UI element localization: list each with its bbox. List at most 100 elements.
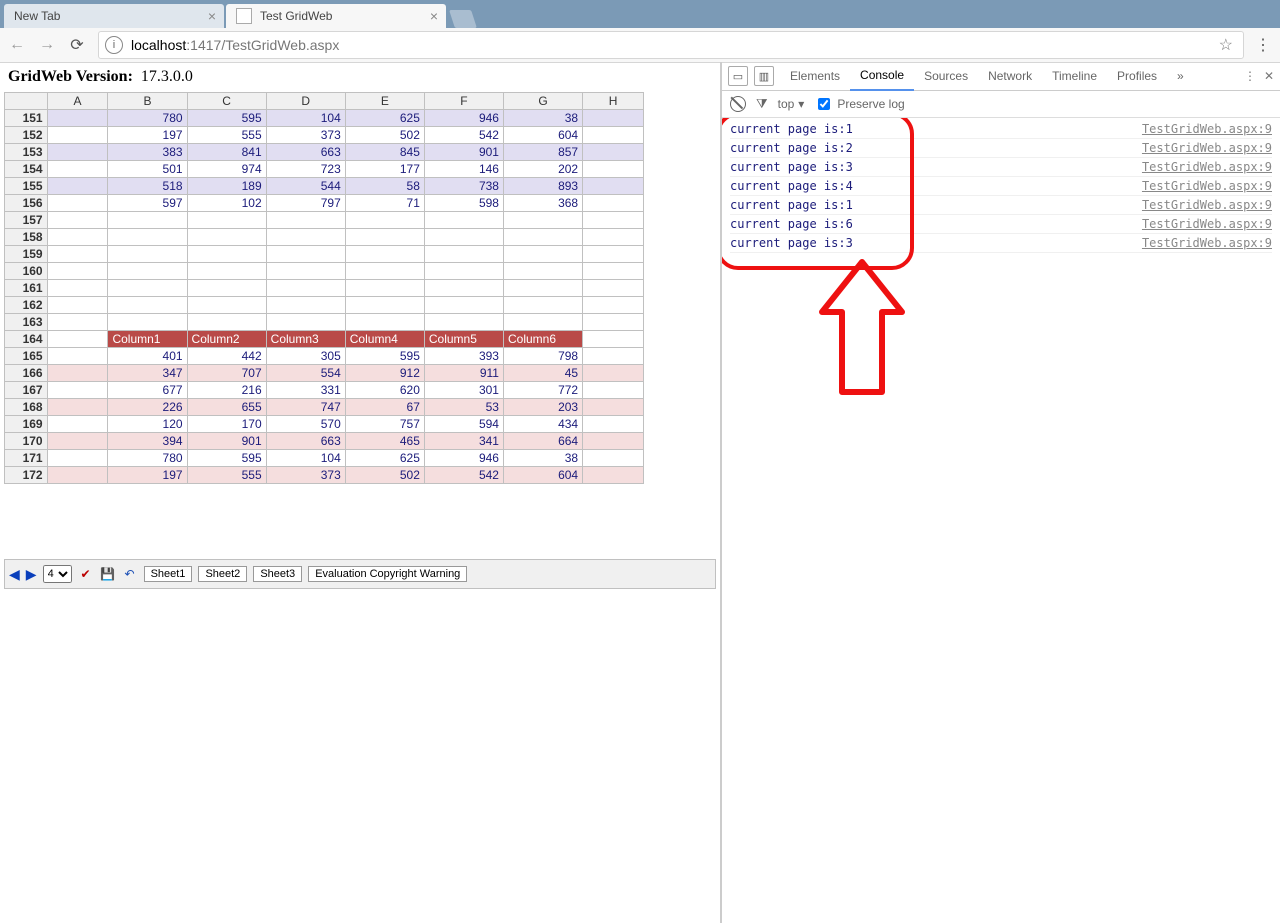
cell[interactable]: 946	[424, 450, 503, 467]
row-head[interactable]: 164	[5, 331, 48, 348]
close-icon[interactable]: ×	[430, 8, 438, 24]
cell[interactable]	[345, 246, 424, 263]
grid-row[interactable]: 161	[5, 280, 644, 297]
corner-cell[interactable]	[5, 93, 48, 110]
cell[interactable]: 798	[503, 348, 582, 365]
cell[interactable]: 197	[108, 467, 187, 484]
grid-row[interactable]: 17178059510462594638	[5, 450, 644, 467]
cell[interactable]	[47, 467, 108, 484]
cell[interactable]	[108, 229, 187, 246]
cell[interactable]	[583, 144, 644, 161]
cell[interactable]	[583, 127, 644, 144]
cell[interactable]: 554	[266, 365, 345, 382]
cell[interactable]	[503, 229, 582, 246]
cell[interactable]: 120	[108, 416, 187, 433]
cell[interactable]	[583, 348, 644, 365]
cell[interactable]: 102	[187, 195, 266, 212]
cell[interactable]	[345, 212, 424, 229]
cell[interactable]	[47, 348, 108, 365]
console-log-row[interactable]: current page is:6TestGridWeb.aspx:9	[730, 215, 1272, 234]
cell[interactable]	[47, 433, 108, 450]
log-source-link[interactable]: TestGridWeb.aspx:9	[1142, 198, 1272, 212]
inspect-icon[interactable]: ▭	[728, 66, 748, 86]
cell[interactable]: 341	[424, 433, 503, 450]
cell[interactable]: 797	[266, 195, 345, 212]
cell[interactable]: 655	[187, 399, 266, 416]
cell[interactable]	[108, 280, 187, 297]
preserve-log-checkbox[interactable]	[818, 98, 830, 110]
cell[interactable]: 202	[503, 161, 582, 178]
chrome-menu-button[interactable]: ⋮	[1254, 35, 1272, 55]
tab-elements[interactable]: Elements	[780, 62, 850, 90]
cell[interactable]	[47, 416, 108, 433]
col-head-G[interactable]: G	[503, 93, 582, 110]
header-cell[interactable]: Column6	[503, 331, 582, 348]
cell[interactable]	[47, 280, 108, 297]
cell[interactable]	[503, 263, 582, 280]
cell[interactable]	[47, 314, 108, 331]
cell[interactable]	[187, 229, 266, 246]
grid-row[interactable]: 169120170570757594434	[5, 416, 644, 433]
cell[interactable]	[187, 297, 266, 314]
cell[interactable]	[345, 229, 424, 246]
cell[interactable]: 677	[108, 382, 187, 399]
grid-row[interactable]: 15551818954458738893	[5, 178, 644, 195]
cell[interactable]	[583, 467, 644, 484]
grid-row[interactable]: 172197555373502542604	[5, 467, 644, 484]
cell[interactable]	[108, 212, 187, 229]
cell[interactable]	[424, 314, 503, 331]
cell[interactable]	[266, 263, 345, 280]
cell[interactable]	[583, 246, 644, 263]
cell[interactable]: 780	[108, 110, 187, 127]
row-head[interactable]: 172	[5, 467, 48, 484]
header-cell[interactable]: Column3	[266, 331, 345, 348]
cell[interactable]: 598	[424, 195, 503, 212]
sheet-tab-1[interactable]: Sheet1	[144, 566, 193, 582]
row-head[interactable]: 161	[5, 280, 48, 297]
cell[interactable]	[266, 212, 345, 229]
row-head[interactable]: 152	[5, 127, 48, 144]
cell[interactable]: 502	[345, 467, 424, 484]
clear-console-icon[interactable]	[730, 96, 746, 112]
prev-page-button[interactable]: ◀	[9, 566, 20, 583]
row-head[interactable]: 167	[5, 382, 48, 399]
next-page-button[interactable]: ▶	[26, 566, 37, 583]
cell[interactable]	[583, 212, 644, 229]
row-head[interactable]: 154	[5, 161, 48, 178]
grid-row[interactable]: 15659710279771598368	[5, 195, 644, 212]
cell[interactable]	[47, 297, 108, 314]
cell[interactable]: 301	[424, 382, 503, 399]
row-head[interactable]: 163	[5, 314, 48, 331]
log-source-link[interactable]: TestGridWeb.aspx:9	[1142, 179, 1272, 193]
tab-sources[interactable]: Sources	[914, 62, 978, 90]
cell[interactable]: 104	[266, 110, 345, 127]
cell[interactable]: 542	[424, 467, 503, 484]
cell[interactable]	[583, 450, 644, 467]
cell[interactable]: 177	[345, 161, 424, 178]
cell[interactable]: 373	[266, 467, 345, 484]
cell[interactable]: 723	[266, 161, 345, 178]
col-head-F[interactable]: F	[424, 93, 503, 110]
log-source-link[interactable]: TestGridWeb.aspx:9	[1142, 217, 1272, 231]
col-head-E[interactable]: E	[345, 93, 424, 110]
row-head[interactable]: 171	[5, 450, 48, 467]
cell[interactable]: 747	[266, 399, 345, 416]
cell[interactable]: 502	[345, 127, 424, 144]
cell[interactable]	[503, 246, 582, 263]
bookmark-icon[interactable]: ☆	[1219, 35, 1233, 55]
row-head[interactable]: 153	[5, 144, 48, 161]
cell[interactable]: 663	[266, 144, 345, 161]
context-selector[interactable]: top ▾	[778, 97, 805, 111]
cell[interactable]: 893	[503, 178, 582, 195]
cell[interactable]: 555	[187, 127, 266, 144]
header-cell[interactable]	[583, 331, 644, 348]
cell[interactable]	[266, 246, 345, 263]
grid-row[interactable]: 158	[5, 229, 644, 246]
cell[interactable]: 170	[187, 416, 266, 433]
cell[interactable]: 664	[503, 433, 582, 450]
cell[interactable]: 104	[266, 450, 345, 467]
cell[interactable]	[266, 314, 345, 331]
grid-row[interactable]: 1682266557476753203	[5, 399, 644, 416]
cell[interactable]	[47, 365, 108, 382]
cell[interactable]: 38	[503, 110, 582, 127]
